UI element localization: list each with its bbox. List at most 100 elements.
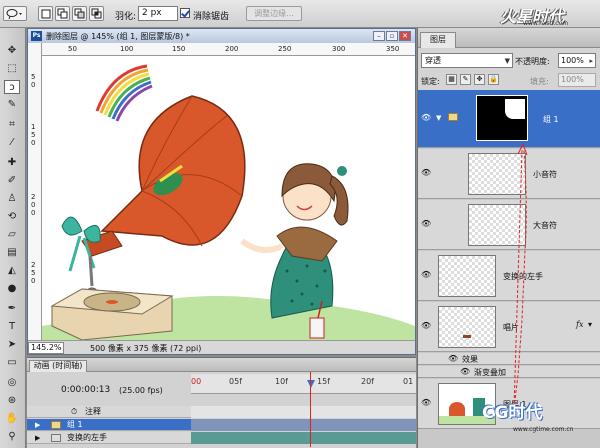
timeline-ruler[interactable]: 00 05f 10f 15f 20f 01 [191,374,416,394]
antialias-checkbox[interactable] [180,8,190,18]
timeline-track[interactable] [191,406,416,418]
layer-icon [51,434,61,442]
document-title: 删除图层 @ 145% (组 1, 图层蒙版/8) * [46,32,190,41]
add-to-selection-icon[interactable] [55,6,70,21]
cg-watermark-logo: CG时代 [482,403,543,423]
timeline-track[interactable] [191,419,416,431]
drag-arrow [513,142,528,409]
ruler-tick: 0 [31,139,36,147]
blend-mode-select[interactable]: 穿透 ▼ [421,53,513,68]
document-info: 500 像素 x 375 像素 (72 ppi) [90,344,202,353]
pen-tool-icon[interactable]: ✒ [4,302,20,316]
3d-orbit-tool-icon[interactable]: ⊛ [4,394,20,408]
opacity-label: 不透明度: [515,57,550,66]
lasso-tool-icon[interactable]: ↄ [4,80,20,94]
timeline-row-group1[interactable]: ▶ 组 1 [27,419,416,431]
document-titlebar[interactable]: Ps 删除图层 @ 145% (组 1, 图层蒙版/8) * – ▫ ✕ [28,29,415,43]
restore-icon[interactable]: ▫ [386,31,398,41]
refine-edge-button[interactable]: 调整边缘... [246,6,302,21]
frame-label: 15f [317,377,330,386]
toolbox: ✥ ⬚ ↄ ✎ ⌗ ⁄ ✚ ✐ ♙ ⟲ ▱ ▤ ◭ ● ✒ T ➤ ▭ ◎ ⊛ … [0,28,26,448]
frame-rate: (25.00 fps) [119,386,163,395]
frame-label: 20f [361,377,374,386]
eraser-tool-icon[interactable]: ▱ [4,228,20,242]
lock-position-icon[interactable]: ✥ [474,74,485,85]
blend-mode-value: 穿透 [425,56,441,65]
lock-image-icon[interactable]: ✎ [460,74,471,85]
new-selection-icon[interactable] [38,6,53,21]
playhead-line [310,372,311,447]
fill-field[interactable]: 100% [558,73,596,87]
folder-icon [51,421,61,429]
chevron-right-icon[interactable]: ▶ [35,419,40,431]
timeline-track[interactable] [191,432,416,444]
eyedropper-tool-icon[interactable]: ⁄ [4,136,20,150]
frame-label: 10f [275,377,288,386]
marquee-tool-icon[interactable]: ⬚ [4,62,20,76]
ruler-tick: 150 [172,45,186,53]
frame-label: 01 [403,377,414,386]
brush-tool-icon[interactable]: ✐ [4,174,20,188]
feather-label: 羽化: [115,12,137,22]
blur-tool-icon[interactable]: ◭ [4,264,20,278]
crop-tool-icon[interactable]: ⌗ [4,118,20,132]
gradient-tool-icon[interactable]: ▤ [4,246,20,260]
ruler-tick: 300 [332,45,346,53]
antialias-label: 消除锯齿 [193,12,230,22]
move-tool-icon[interactable]: ✥ [4,44,20,58]
chevron-right-icon: ▸ [589,57,593,65]
quick-select-tool-icon[interactable]: ✎ [4,98,20,112]
ruler-tick: 2 [31,261,36,269]
timeline-row-label: 注释 [85,407,101,416]
lock-all-icon[interactable]: 🔒 [488,74,499,85]
document-window: Ps 删除图层 @ 145% (组 1, 图层蒙版/8) * – ▫ ✕ 50 … [27,28,416,355]
frame-label: 05f [229,377,242,386]
stopwatch-icon[interactable]: ⏱ [71,406,77,418]
opacity-value: 100% [561,56,584,65]
ruler-tick: 5 [31,269,36,277]
ruler-tick: 0 [31,277,36,285]
history-brush-tool-icon[interactable]: ⟲ [4,210,20,224]
opacity-field[interactable]: 100% ▸ [558,53,596,68]
path-select-tool-icon[interactable]: ➤ [4,338,20,352]
ruler-tick: 0 [31,201,36,209]
feather-input[interactable]: 2 px [138,6,178,21]
close-icon[interactable]: ✕ [399,31,411,41]
type-tool-icon[interactable]: T [4,320,20,334]
ruler-tick: 100 [120,45,134,53]
timeline-row-label: 变换的左手 [67,433,107,442]
ruler-tick: 50 [68,45,77,53]
dodge-tool-icon[interactable]: ● [4,282,20,296]
hand-tool-icon[interactable]: ✋ [4,412,20,426]
timeline-tabbar: 动画 (时间轴) [27,358,416,372]
intersect-selection-icon[interactable] [89,6,104,21]
playhead-handle[interactable] [307,380,315,388]
timeline-row-comments[interactable]: ⏱ 注释 [27,406,416,418]
timeline-tab[interactable]: 动画 (时间轴) [29,360,87,372]
chevron-right-icon[interactable]: ▶ [35,432,40,444]
3d-rotate-tool-icon[interactable]: ◎ [4,376,20,390]
ruler-tick: 250 [278,45,292,53]
cg-watermark-url: www.cgtime.com.cn [513,426,574,433]
minimize-icon[interactable]: – [373,31,385,41]
zoom-tool-icon[interactable]: ⚲ [4,430,20,444]
clone-stamp-tool-icon[interactable]: ♙ [4,192,20,206]
frame-label: 00 [191,377,202,386]
lock-transparent-icon[interactable]: ▦ [446,74,457,85]
photoshop-doc-icon: Ps [31,31,42,41]
lasso-preset-picker[interactable] [3,6,27,21]
layers-panel: 图层 穿透 ▼ 不透明度: 100% ▸ 锁定: ▦ ✎ ✥ 🔒 填充: 100… [417,28,600,448]
shape-tool-icon[interactable]: ▭ [4,356,20,370]
ruler-tick: 0 [31,81,36,89]
ruler-tick: 350 [386,45,400,53]
layers-list: 👁 ▼ 组 1 👁 小音符 👁 大音符 👁 变换的左手 👁 唱片 fx ▾ 👁 … [418,90,600,448]
healing-brush-tool-icon[interactable]: ✚ [4,156,20,170]
canvas[interactable] [42,56,415,340]
animation-timeline-panel: 动画 (时间轴) 0:00:00:13 (25.00 fps) 00 05f 1… [27,357,416,448]
zoom-level-field[interactable]: 145.2% [28,342,64,354]
layers-tab[interactable]: 图层 [420,32,456,48]
timeline-row-left-hand[interactable]: ▶ 变换的左手 [27,432,416,444]
layers-tabbar: 图层 [418,28,600,48]
chevron-down-icon: ▼ [504,57,510,65]
subtract-from-selection-icon[interactable] [72,6,87,21]
